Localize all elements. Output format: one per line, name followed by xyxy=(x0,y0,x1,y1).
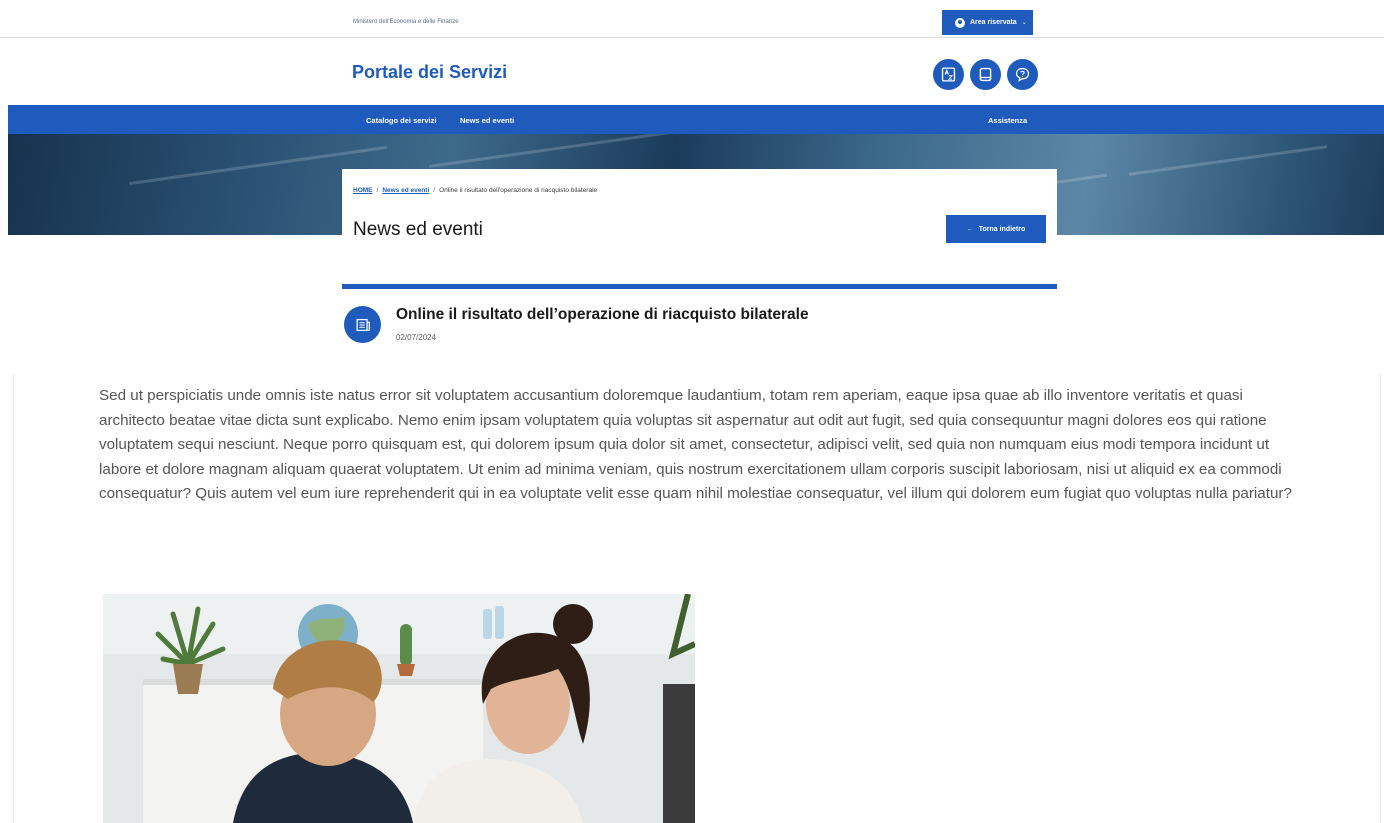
page-title: News ed eventi xyxy=(353,219,483,240)
article-date: 02/07/2024 xyxy=(396,333,437,342)
breadcrumb: HOME / News ed eventi / Online il risultato … xyxy=(353,187,598,194)
back-button-label: Torna indietro xyxy=(978,225,1026,233)
manual-button[interactable] xyxy=(970,59,1001,90)
a-z-glossary-icon xyxy=(941,67,956,82)
site-title[interactable]: Portale dei Servizi xyxy=(352,62,507,83)
arrow-left-icon: ← xyxy=(966,225,974,233)
glossary-button[interactable] xyxy=(933,59,964,90)
nav-item-assistance[interactable]: Assistenza xyxy=(988,116,1027,125)
help-chat-icon xyxy=(1015,67,1030,82)
top-bar: Ministero dell'Economia e delle Finanze … xyxy=(0,0,1384,38)
user-icon xyxy=(955,17,965,28)
breadcrumb-news[interactable]: News ed eventi xyxy=(382,187,429,194)
nav-item-catalog[interactable]: Catalogo dei servizi xyxy=(366,116,436,125)
nav-item-news[interactable]: News ed eventi xyxy=(460,116,514,125)
back-button[interactable]: ← Torna indietro xyxy=(946,215,1046,243)
reserved-area-label: Area riservata xyxy=(970,19,1017,26)
breadcrumb-current: Online il risultato dell'operazione di r… xyxy=(439,187,598,194)
chevron-down-icon: ⌄ xyxy=(1021,20,1027,26)
ministry-link[interactable]: Ministero dell'Economia e delle Finanze xyxy=(353,19,459,25)
article-image xyxy=(103,594,695,823)
article-body: Sed ut perspiciatis unde omnis iste natu… xyxy=(99,387,1292,502)
page-header-card: HOME / News ed eventi / Online il risultato … xyxy=(342,169,1057,289)
book-icon xyxy=(979,67,992,82)
newspaper-icon xyxy=(344,306,381,343)
reserved-area-button[interactable]: Area riservata ⌄ xyxy=(942,10,1033,35)
faq-button[interactable] xyxy=(1007,59,1038,90)
header-icon-group xyxy=(933,59,1038,90)
main-nav: Catalogo dei servizi News ed eventi Assi… xyxy=(8,105,1384,134)
article-title: Online il risultato dell’operazione di r… xyxy=(396,306,809,323)
breadcrumb-home[interactable]: HOME xyxy=(353,187,373,194)
